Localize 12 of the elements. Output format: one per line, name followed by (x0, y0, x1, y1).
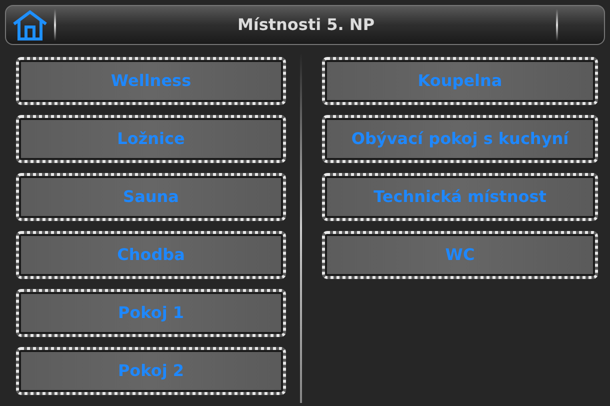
room-button[interactable]: Koupelna (322, 57, 598, 105)
screen-title: Místnosti 5. NP (237, 14, 375, 36)
home-icon (12, 9, 48, 41)
room-button[interactable]: Wellness (16, 57, 286, 105)
room-button[interactable]: Technická místnost (322, 173, 598, 221)
room-button[interactable]: Pokoj 2 (16, 347, 286, 395)
room-button[interactable]: Pokoj 1 (16, 289, 286, 337)
room-button[interactable]: Ložnice (16, 115, 286, 163)
room-button[interactable]: Sauna (16, 173, 286, 221)
room-button[interactable]: Obývací pokoj s kuchyní (322, 115, 598, 163)
room-button[interactable]: WC (322, 231, 598, 279)
room-button[interactable]: Chodba (16, 231, 286, 279)
